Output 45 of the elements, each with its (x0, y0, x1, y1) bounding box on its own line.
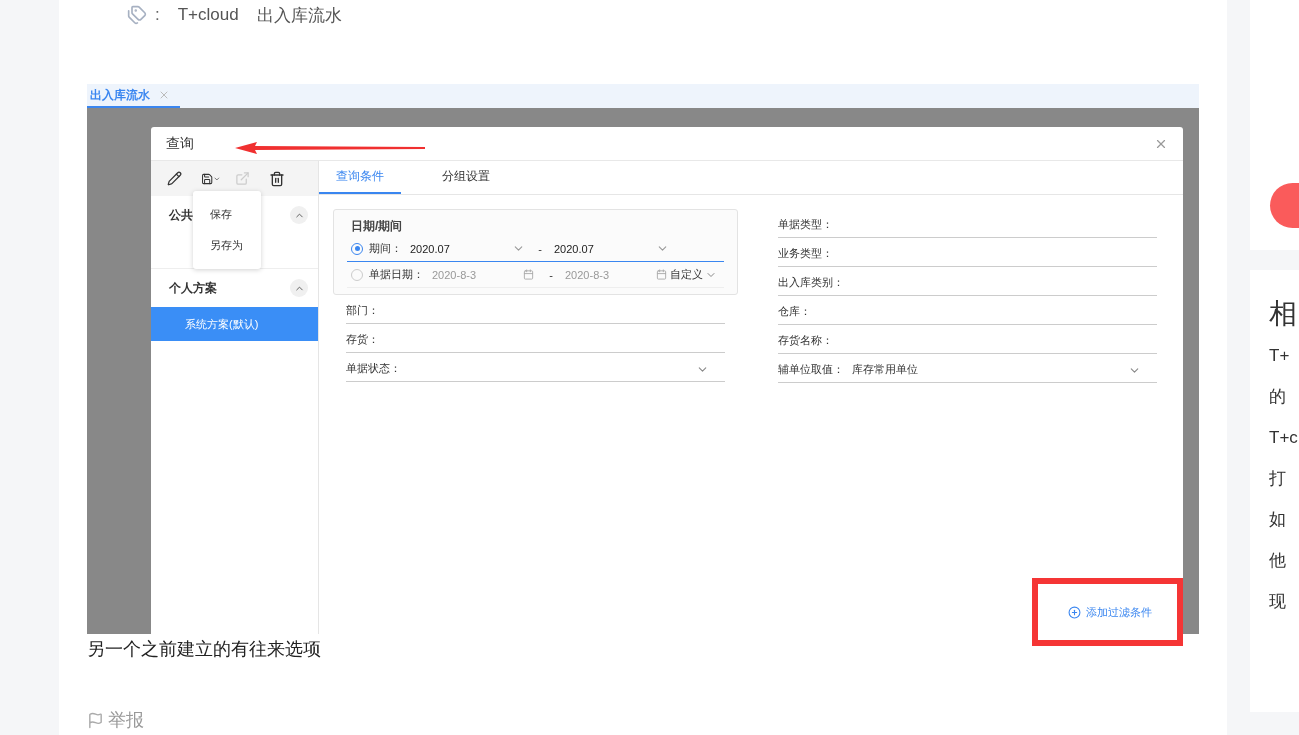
plus-circle-icon (1068, 606, 1081, 619)
dialog-tab[interactable]: 查询条件 (319, 161, 401, 194)
related-link[interactable]: 他 (1269, 540, 1299, 581)
range-select[interactable]: 自定义 (670, 267, 724, 282)
tag-link[interactable]: T+cloud (177, 5, 239, 25)
form-field[interactable]: 仓库： (778, 296, 1157, 325)
related-link[interactable]: 的 (1269, 376, 1299, 417)
related-link[interactable]: 现 (1269, 581, 1299, 622)
tag-separator: : (155, 5, 160, 25)
add-filter-link[interactable]: 添加过滤条件 (1068, 605, 1152, 620)
group-title: 日期/期间 (350, 218, 404, 235)
to-value[interactable]: 2020.07 (554, 242, 656, 255)
form-field[interactable]: 辅单位取值： 库存常用单位 (778, 354, 1157, 383)
related-link[interactable]: 如 (1269, 499, 1299, 540)
menu-item[interactable]: 保存 (193, 199, 261, 230)
field-label: 期间： (369, 241, 402, 256)
form-field[interactable]: 单据状态： (346, 353, 725, 382)
form-field[interactable]: 存货： (346, 324, 725, 353)
from-value[interactable]: 2020.07 (410, 242, 512, 255)
field-label: 单据日期： (369, 267, 424, 282)
related-title: 相 (1269, 297, 1298, 331)
form-field[interactable]: 单据类型： (778, 209, 1157, 238)
calendar-icon[interactable] (523, 269, 534, 280)
form-field[interactable]: 部门： (346, 295, 725, 324)
group-heading: 公共 (169, 206, 193, 224)
range-separator: - (537, 242, 543, 255)
collapse-button[interactable] (290, 206, 308, 224)
flag-icon (87, 711, 104, 729)
range-separator: - (548, 268, 554, 281)
tag-link[interactable]: 出入库流水 (256, 3, 342, 27)
image-caption: 另一个之前建立的有往来选项 (87, 638, 322, 661)
related-link[interactable]: T+c (1269, 417, 1299, 458)
related-link[interactable]: T+ (1269, 335, 1299, 376)
group-heading: 个人方案 (169, 279, 217, 297)
form-field[interactable]: 出入库类别： (778, 267, 1157, 296)
dialog-tab[interactable]: 分组设置 (425, 161, 507, 194)
calendar-icon[interactable] (656, 269, 667, 280)
close-icon[interactable] (158, 89, 170, 101)
form-field[interactable]: 业务类型： (778, 238, 1157, 267)
form-field[interactable]: 存货名称： (778, 325, 1157, 354)
collapse-button[interactable] (290, 279, 308, 297)
tag-icon (127, 5, 147, 25)
menu-item[interactable]: 另存为 (193, 230, 261, 261)
dialog-title: 查询 (166, 134, 194, 153)
related-link[interactable]: 打 (1269, 458, 1299, 499)
